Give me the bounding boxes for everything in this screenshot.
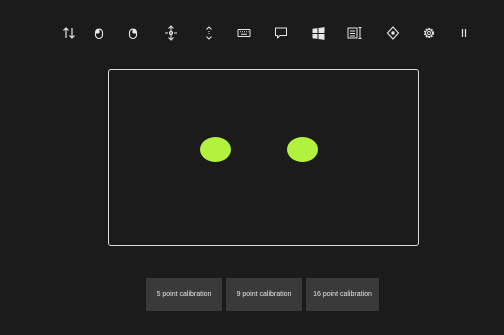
nine-point-calibration-button[interactable]: 9 point calibration <box>226 278 302 311</box>
keyboard-button[interactable] <box>231 18 257 48</box>
start-button[interactable] <box>305 18 331 48</box>
scroll-icon <box>165 25 177 41</box>
swap-vertical-button[interactable] <box>56 18 82 48</box>
pause-icon <box>461 29 467 37</box>
expand-vertical-icon <box>206 26 212 40</box>
windows-logo-icon <box>312 26 324 40</box>
swap-vertical-icon <box>63 27 75 39</box>
text-cursor-button[interactable] <box>342 18 368 48</box>
expand-vertical-button[interactable] <box>196 18 222 48</box>
cursor-text-icon <box>347 27 362 39</box>
keyboard-icon <box>237 29 251 37</box>
settings-gear-icon <box>423 27 435 39</box>
sixteen-point-calibration-button[interactable]: 16 point calibration <box>306 278 379 311</box>
scroll-button[interactable] <box>158 18 184 48</box>
mouse-right-click-icon <box>128 28 138 40</box>
calibration-preview-frame <box>108 69 419 246</box>
mouse-left-click-icon <box>94 28 104 40</box>
chat-bubble-icon <box>275 27 287 39</box>
gaze-target-icon <box>386 26 400 40</box>
pause-button[interactable] <box>451 18 477 48</box>
eye-control-toolbar <box>0 18 504 48</box>
right-eye-indicator <box>287 137 318 162</box>
chat-button[interactable] <box>268 18 294 48</box>
gaze-target-button[interactable] <box>380 18 406 48</box>
five-point-calibration-button[interactable]: 5 point calibration <box>146 278 222 311</box>
right-click-button[interactable] <box>120 18 146 48</box>
left-eye-indicator <box>200 137 231 162</box>
settings-button[interactable] <box>416 18 442 48</box>
left-click-button[interactable] <box>86 18 112 48</box>
